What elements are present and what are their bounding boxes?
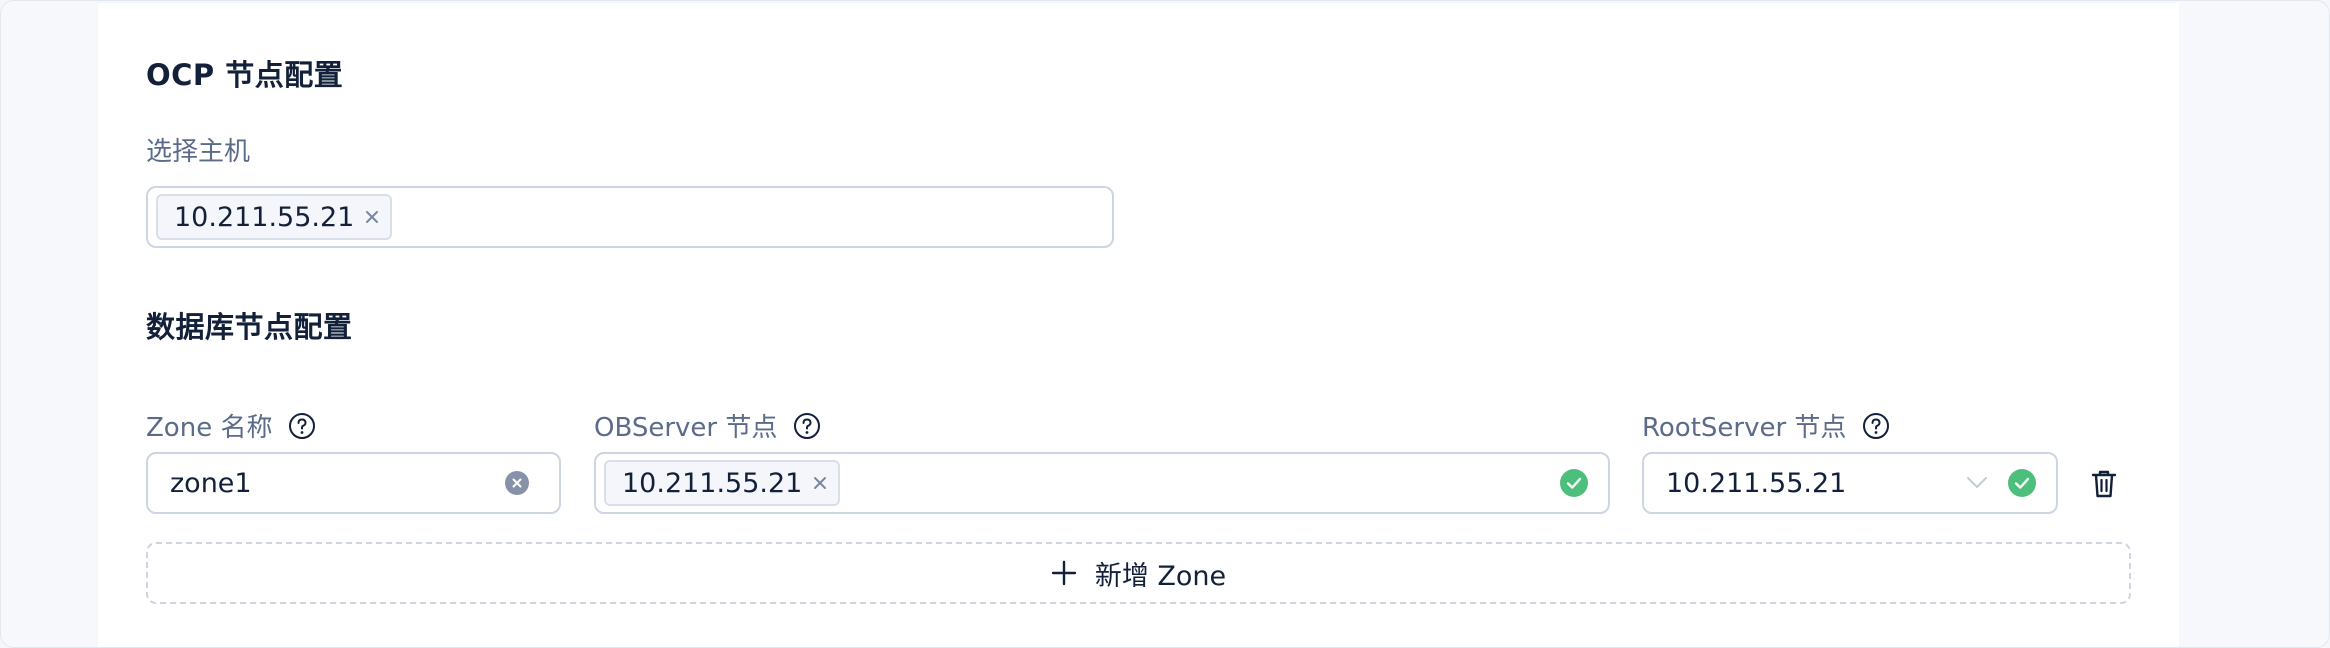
- rootserver-label-text: RootServer 节点: [1642, 413, 1847, 443]
- select-host-input[interactable]: 10.211.55.21: [146, 186, 1114, 248]
- trash-icon[interactable]: [2090, 469, 2118, 499]
- host-tag: 10.211.55.21: [156, 194, 393, 240]
- zone-name-input[interactable]: zone1: [146, 452, 561, 514]
- close-icon[interactable]: [810, 473, 830, 493]
- observer-tag: 10.211.55.21: [604, 460, 841, 506]
- clear-circle-icon[interactable]: [505, 471, 529, 495]
- question-circle-icon[interactable]: [1862, 412, 1890, 440]
- close-icon[interactable]: [362, 207, 382, 227]
- add-zone-button[interactable]: 新增 Zone: [146, 542, 2131, 604]
- observer-select[interactable]: 10.211.55.21: [594, 452, 1610, 514]
- question-circle-icon[interactable]: [288, 412, 316, 440]
- ocp-section-title: OCP 节点配置: [146, 58, 344, 92]
- add-zone-label: 新增 Zone: [1094, 560, 1227, 592]
- observer-label-text: OBServer 节点: [594, 413, 778, 443]
- db-section-title: 数据库节点配置: [146, 310, 353, 344]
- host-tag-label: 10.211.55.21: [174, 201, 355, 233]
- rootserver-label: RootServer 节点: [1642, 407, 1890, 444]
- plus-icon: [1051, 560, 1077, 586]
- rootserver-select[interactable]: 10.211.55.21: [1642, 452, 2058, 514]
- zone-name-value: zone1: [170, 467, 252, 499]
- check-circle-icon: [1560, 469, 1588, 497]
- zone-name-label-text: Zone 名称: [146, 413, 273, 443]
- observer-label: OBServer 节点: [594, 407, 821, 444]
- select-host-label: 选择主机: [146, 137, 251, 167]
- question-circle-icon[interactable]: [793, 412, 821, 440]
- rootserver-value: 10.211.55.21: [1666, 467, 1847, 499]
- zone-name-label: Zone 名称: [146, 407, 316, 444]
- chevron-down-icon[interactable]: [1966, 476, 1988, 490]
- observer-tag-label: 10.211.55.21: [622, 467, 803, 499]
- check-circle-icon: [2008, 469, 2036, 497]
